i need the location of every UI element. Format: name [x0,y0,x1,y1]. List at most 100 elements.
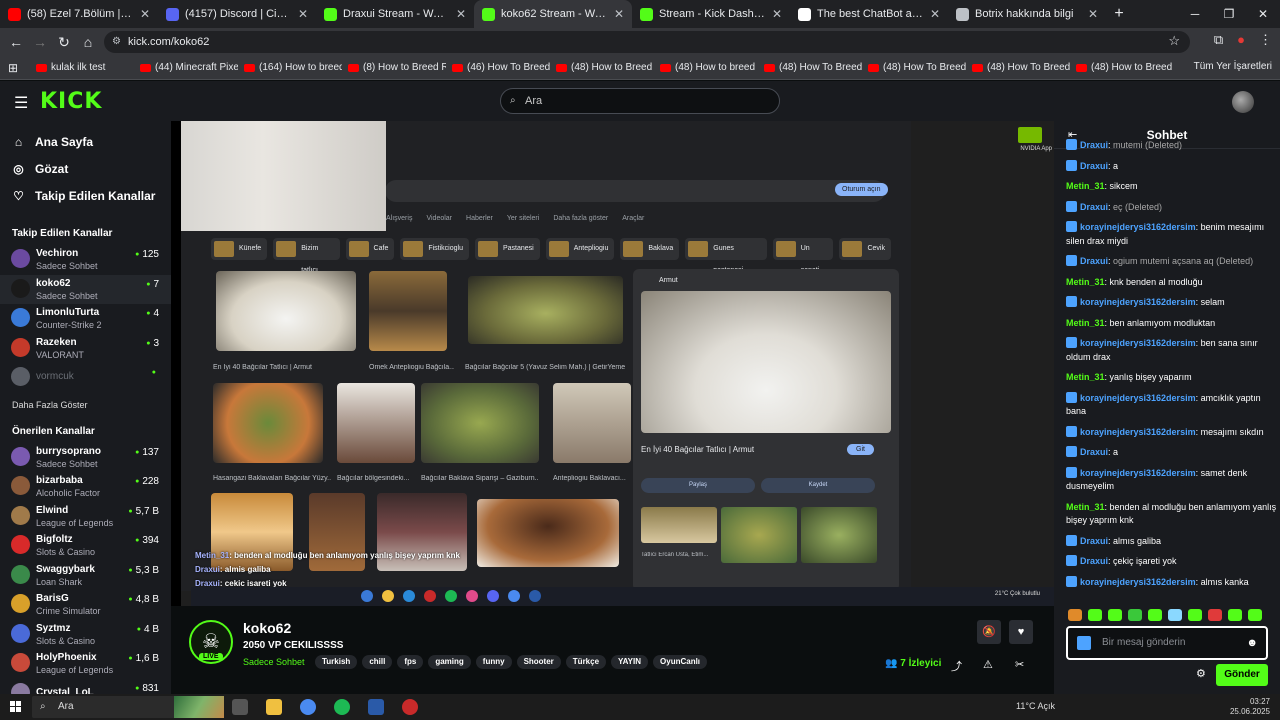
tab-close-icon[interactable]: ✕ [772,7,782,21]
channel-item[interactable]: BigfoltzSlots & Casino394 [0,531,171,561]
emote-icon[interactable] [1148,609,1162,621]
emoji-picker-icon[interactable]: ☻ [1246,628,1258,658]
windows-start-icon[interactable] [10,701,21,712]
video-player[interactable]: Oturum açın Alışveriş Videolar Haberler Yer… [171,121,1054,606]
site-info-icon[interactable]: ⚙ [112,31,121,53]
windows-search-input[interactable]: ⌕ Ara [32,696,224,718]
channel-item[interactable]: VechironSadece Sohbet125 [0,245,171,275]
mute-notifications-icon[interactable]: 🔕 [977,620,1001,644]
stream-category[interactable]: Sadece Sohbet [243,657,305,667]
channel-item[interactable]: HolyPhoenixLeague of Legends1,6 B [0,649,171,679]
maximize-icon[interactable]: ❐ [1212,0,1246,28]
chat-username[interactable]: Metin_31 [1066,277,1105,287]
apps-grid-icon[interactable]: ⊞ [0,61,30,75]
channel-item[interactable]: RazekenVALORANT3 [0,334,171,364]
tag-chip[interactable]: funny [475,655,512,669]
forward-icon[interactable]: → [28,34,52,50]
chat-username[interactable]: Metin_31 [1066,502,1105,512]
sidebar-nav-item[interactable]: ⌂ Ana Sayfa [0,128,171,155]
tab-close-icon[interactable]: ✕ [456,7,466,21]
emote-icon[interactable] [1248,609,1262,621]
browser-tab[interactable]: (58) Ezel 7.Bölüm | Gilmek - Ka ✕ [0,0,158,28]
channel-item[interactable]: ElwindLeague of Legends5,7 B [0,502,171,532]
bookmark-item[interactable]: kulak ilk test [30,62,134,73]
tab-close-icon[interactable]: ✕ [1088,7,1098,21]
tag-chip[interactable]: OyunCanlı [653,655,708,669]
share-icon[interactable]: ⤴ [951,658,962,674]
bookmark-item[interactable]: (48) How To Breed... [758,62,862,73]
chat-username[interactable]: korayinejderysi3162dersim [1080,393,1196,403]
chat-username[interactable]: korayinejderysi3162dersim [1080,338,1196,348]
sidebar-nav-item[interactable]: ◎ Gözat [0,155,171,182]
tab-close-icon[interactable]: ✕ [298,7,308,21]
chat-username[interactable]: Metin_31 [1066,181,1105,191]
bookmark-item[interactable]: (48) How to Breed Y... [550,62,654,73]
channel-item[interactable]: BarisGCrime Simulator4,8 B [0,590,171,620]
channel-item[interactable]: vormcuk [0,363,171,393]
chat-settings-icon[interactable]: ⚙ [1196,667,1206,680]
file-explorer-icon[interactable] [266,699,282,715]
close-window-icon[interactable]: ✕ [1246,0,1280,28]
user-avatar[interactable] [1232,91,1254,113]
tag-chip[interactable]: fps [397,655,424,669]
emote-icon[interactable] [1068,609,1082,621]
bookmark-star-icon[interactable]: ☆ [1168,33,1180,49]
url-field[interactable]: ⚙ kick.com/koko62 [104,31,1190,53]
sidebar-nav-item[interactable]: ♡ Takip Edilen Kanallar [0,182,171,209]
chat-username[interactable]: Draxui [1080,202,1108,212]
bookmark-item[interactable]: (46) How To Breed... [446,62,550,73]
channel-item[interactable]: LimonluTurtaCounter-Strike 24 [0,304,171,334]
bookmark-item[interactable]: (48) How To Breed... [862,62,966,73]
back-icon[interactable]: ← [4,34,28,50]
menu-dots-icon[interactable]: ⋮ [1259,32,1272,48]
tag-chip[interactable]: Turkish [315,655,358,669]
spotify-icon[interactable] [334,699,350,715]
tab-close-icon[interactable]: ✕ [930,7,940,21]
app-icon[interactable] [368,699,384,715]
chat-username[interactable]: korayinejderysi3162dersim [1080,577,1196,587]
chat-username[interactable]: korayinejderysi3162dersim [1080,222,1196,232]
bookmark-item[interactable]: (8) How to Breed Ra... [342,62,446,73]
search-input[interactable]: ⌕ Ara [500,88,780,114]
chrome-icon[interactable] [300,699,316,715]
new-tab-icon[interactable]: + [1106,0,1132,28]
clip-icon[interactable]: ✂ [1015,658,1024,671]
profile-icon[interactable]: ● [1237,32,1245,48]
reload-icon[interactable]: ↻ [52,34,76,51]
chat-username[interactable]: Draxui [1080,536,1108,546]
chat-username[interactable]: korayinejderysi3162dersim [1080,297,1196,307]
hamburger-menu-icon[interactable]: ☰ [14,93,28,113]
emote-icon[interactable] [1128,609,1142,621]
obs-icon[interactable] [402,699,418,715]
browser-tab[interactable]: Draxui Stream - Watch Live on ✕ [316,0,474,28]
channel-item[interactable]: koko62Sadece Sohbet7 [0,274,171,304]
tag-chip[interactable]: gaming [428,655,471,669]
browser-tab[interactable]: The best ChatBot and Widgets ✕ [790,0,948,28]
tab-close-icon[interactable]: ✕ [614,7,624,21]
bookmark-item[interactable]: (164) How to breed... [238,62,342,73]
channel-item[interactable]: SyztmzSlots & Casino4 B [0,620,171,650]
tag-chip[interactable]: Türkçe [565,655,607,669]
report-icon[interactable]: ⚠ [983,658,993,671]
emote-icon[interactable] [1228,609,1242,621]
taskbar-clock[interactable]: 03:27 25.06.2025 [1230,697,1270,717]
send-button[interactable]: Gönder [1216,664,1268,686]
chat-username[interactable]: Draxui [1080,447,1108,457]
chat-username[interactable]: Draxui [1080,140,1108,150]
follow-heart-icon[interactable]: ♥ [1009,620,1033,644]
bookmark-item[interactable]: (48) How To Breed... [966,62,1070,73]
bookmark-item[interactable]: (48) How to Breed E... [1070,62,1174,73]
minimize-icon[interactable]: ─ [1178,0,1212,28]
browser-tab[interactable]: Stream - Kick Dashboard ✕ [632,0,790,28]
task-view-icon[interactable] [232,699,248,715]
all-bookmarks-folder[interactable]: Tüm Yer İşaretleri [1194,61,1272,72]
browser-tab[interactable]: (4157) Discord | Civciv, Tny ✕ [158,0,316,28]
tag-chip[interactable]: Shooter [516,655,561,669]
chat-username[interactable]: Draxui [1080,556,1108,566]
emote-icon[interactable] [1188,609,1202,621]
chat-username[interactable]: korayinejderysi3162dersim [1080,468,1196,478]
channel-item[interactable]: SwaggybarkLoan Shark5,3 B [0,561,171,591]
chat-username[interactable]: Draxui [1080,161,1108,171]
bookmark-item[interactable]: (48) How to breed r... [654,62,758,73]
emote-icon[interactable] [1208,609,1222,621]
